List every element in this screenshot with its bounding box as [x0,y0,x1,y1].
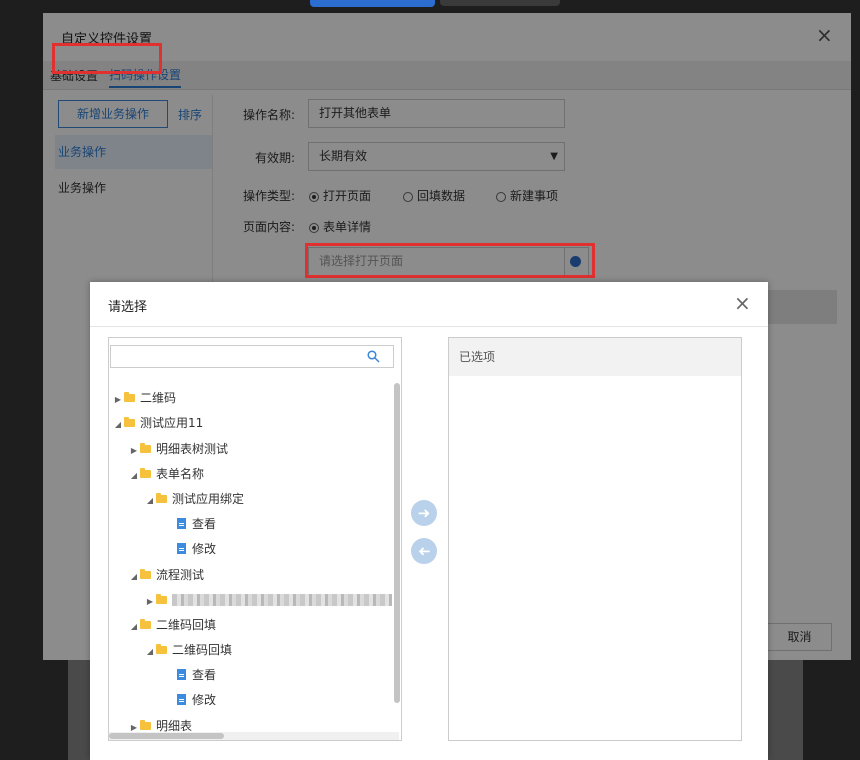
tree-node[interactable]: ◢ 二维码回填 [144,640,232,660]
caret-down-icon[interactable]: ◢ [112,415,124,435]
tree-node-label: 查看 [192,517,217,531]
tree-node[interactable]: ◢ 表单名称 [128,464,204,484]
caret-right-icon[interactable]: ▶ [128,441,140,461]
search-input[interactable] [110,345,394,368]
tree-node-label: 流程测试 [156,568,205,582]
tree-node[interactable]: ◢ 测试应用11 [112,413,203,433]
tree-node-label: 二维码回填 [156,618,217,632]
caret-right-icon[interactable]: ▶ [144,592,156,612]
folder-icon [156,594,167,604]
tree-panel: ▶ 二维码 ◢ 测试应用11 ▶ 明细表树测试 ◢ 表单名称 ◢ 测试应用绑定 查看 修改… [108,337,402,741]
tree-node[interactable]: ◢ 二维码回填 [128,615,216,635]
caret-right-icon[interactable]: ▶ [112,390,124,410]
tree-node[interactable]: ▶ 明细表树测试 [128,439,228,459]
folder-icon [156,493,167,503]
tree-node[interactable]: 查看 [177,514,216,534]
arrow-right-icon[interactable]: ➜ [411,500,437,526]
tree-node-label: 表单名称 [156,467,205,481]
file-icon [177,694,186,705]
tree-node[interactable]: 修改 [177,539,216,559]
select-dialog: 请选择 × ▶ 二维码 ◢ 测试应用11 ▶ 明细表树测试 ◢ 表单名称 ◢ 测试应用绑定… [90,282,768,760]
tree-node-label: 修改 [192,542,217,556]
tree-node-label: 查看 [192,668,217,682]
folder-icon [140,720,151,730]
caret-down-icon[interactable]: ◢ [144,642,156,662]
tree-node-label: 二维码 [140,391,177,405]
caret-down-icon[interactable]: ◢ [128,466,140,486]
tree-node[interactable]: ▶ [144,590,392,610]
tree-node-label: 测试应用11 [140,416,204,430]
file-icon [177,543,186,554]
folder-icon [124,417,135,427]
folder-icon [140,619,151,629]
redacted-label [172,594,392,606]
background-button [310,0,435,7]
tree-node-label: 明细表树测试 [156,442,229,456]
tree-node-label: 二维码回填 [172,643,233,657]
tree-node[interactable]: ◢ 流程测试 [128,565,204,585]
selected-panel: 已选项 [448,337,742,741]
highlight-box [305,243,595,278]
tree-node[interactable]: 修改 [177,690,216,710]
horizontal-scrollbar[interactable] [109,733,224,739]
caret-down-icon[interactable]: ◢ [144,491,156,511]
vertical-scrollbar[interactable] [394,383,400,703]
selected-header: 已选项 [449,338,741,376]
tree-node[interactable]: 查看 [177,665,216,685]
tree-node-label: 修改 [192,693,217,707]
folder-icon [140,569,151,579]
caret-down-icon[interactable]: ◢ [128,567,140,587]
background-button-dark [440,0,560,6]
close-icon[interactable]: × [734,293,751,313]
folder-icon [140,468,151,478]
tree-node[interactable]: ◢ 测试应用绑定 [144,489,244,509]
search-icon[interactable] [367,350,380,363]
file-icon [177,518,186,529]
folder-icon [140,443,151,453]
arrow-left-icon[interactable]: ➜ [411,538,437,564]
folder-icon [124,392,135,402]
tree-node[interactable]: ▶ 二维码 [112,388,176,408]
caret-down-icon[interactable]: ◢ [128,617,140,637]
dialog-header [90,282,768,327]
tree-node-label: 测试应用绑定 [172,492,245,506]
highlight-box [52,43,162,74]
dialog-title: 请选择 [108,300,148,315]
folder-icon [156,644,167,654]
tree-node-label: 明细表 [156,719,193,733]
file-icon [177,669,186,680]
